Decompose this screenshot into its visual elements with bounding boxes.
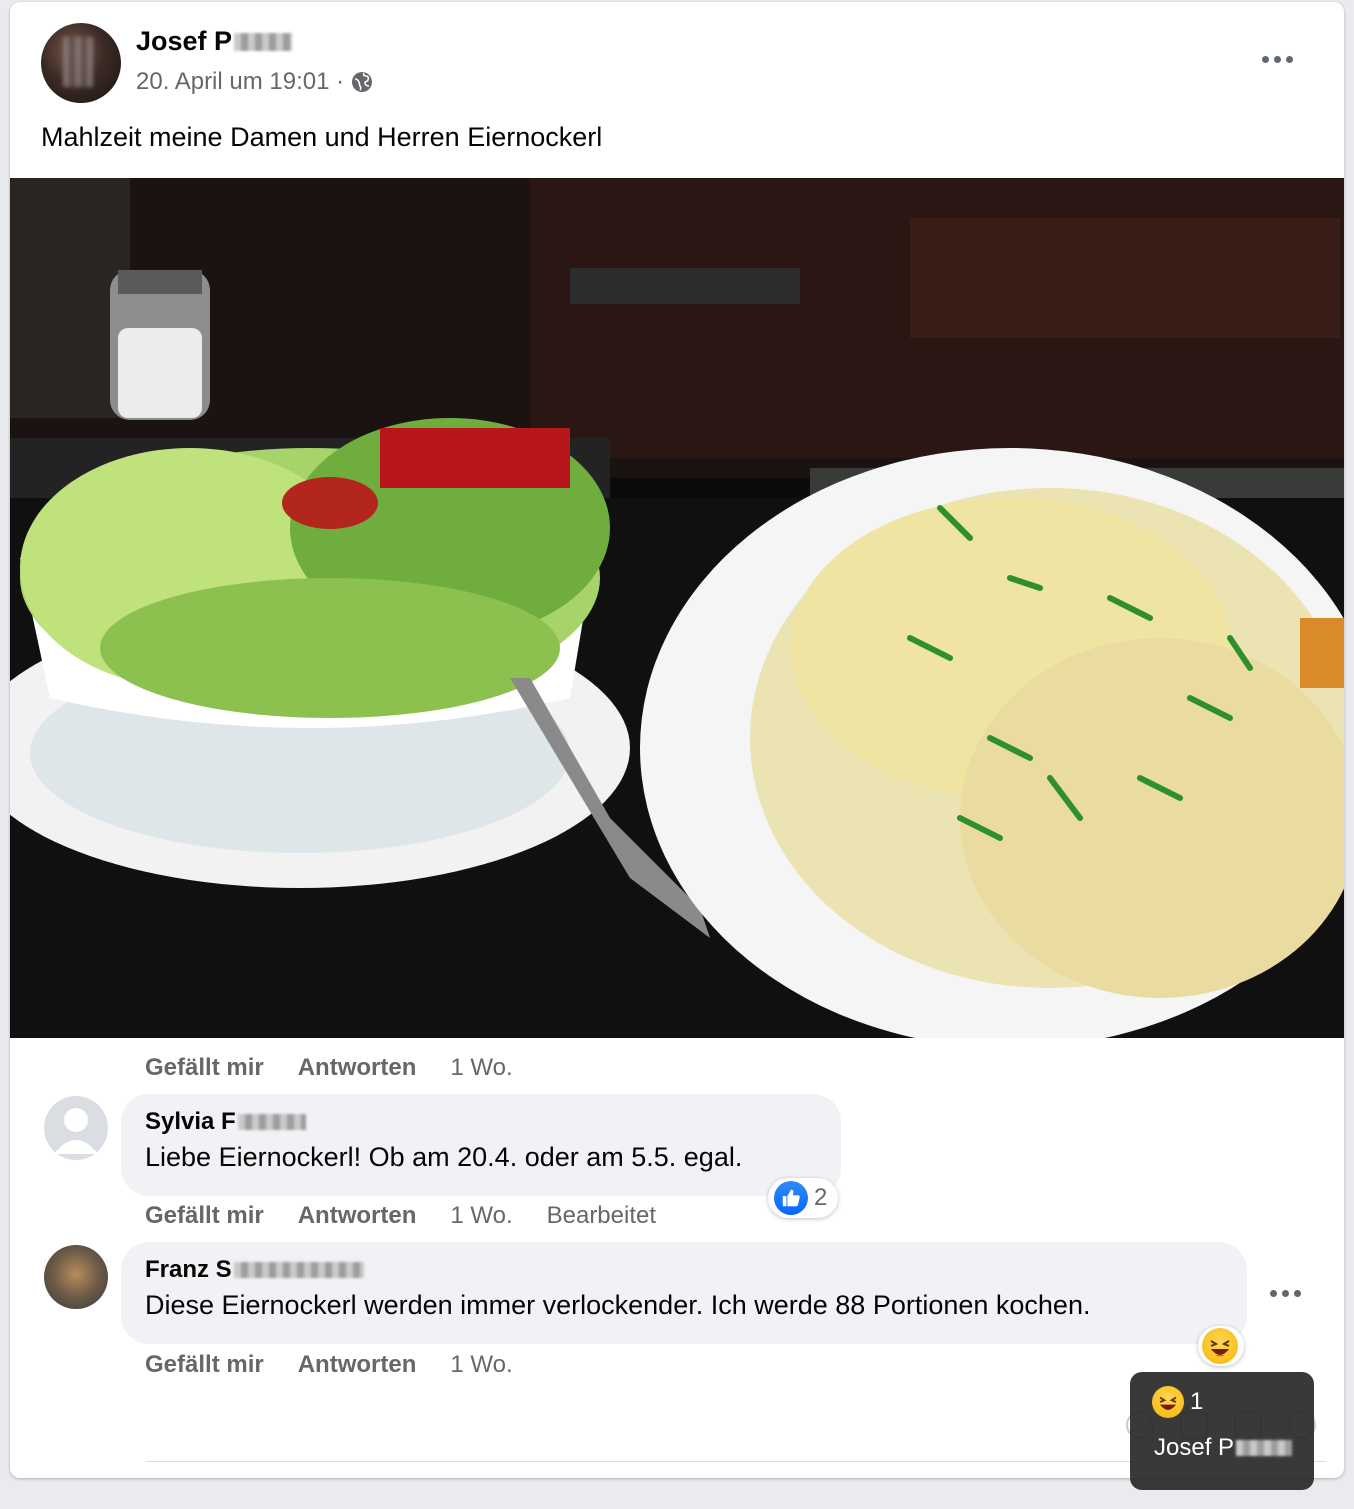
comment-time[interactable]: 1 Wo. — [450, 1054, 512, 1082]
comment-text: Diese Eiernockerl werden immer verlocken… — [145, 1290, 1091, 1320]
comment-bubble: Sylvia F Liebe Eiernockerl! Ob am 20.4. … — [121, 1094, 841, 1196]
comment-bubble: Franz S Diese Eiernockerl werden immer v… — [121, 1242, 1247, 1344]
comment-actions: Gefällt mir Antworten 1 Wo. — [145, 1351, 547, 1379]
reaction-tooltip: 1 Josef P — [1130, 1372, 1314, 1490]
tooltip-user: Josef P — [1154, 1434, 1293, 1462]
author-avatar[interactable] — [41, 23, 121, 103]
like-comment-button[interactable]: Gefällt mir — [145, 1351, 264, 1379]
comment-author[interactable]: Franz S — [145, 1256, 1223, 1284]
like-comment-button[interactable]: Gefällt mir — [145, 1202, 264, 1230]
post-text: Mahlzeit meine Damen und Herren Eiernock… — [41, 122, 603, 152]
comment-author[interactable]: Sylvia F — [145, 1108, 817, 1136]
reaction-count: 2 — [814, 1184, 828, 1211]
reply-comment-button[interactable]: Antworten — [298, 1202, 417, 1230]
like-comment-button[interactable]: Gefällt mir — [145, 1054, 264, 1082]
reply-comment-button[interactable]: Antworten — [298, 1351, 417, 1379]
post-meta: 20. April um 19:01 · — [136, 68, 374, 96]
comment-reaction-summary[interactable]: 2 — [768, 1178, 838, 1218]
post-timestamp[interactable]: 20. April um 19:01 · — [136, 68, 344, 96]
comment-text: Liebe Eiernockerl! Ob am 20.4. oder am 5… — [145, 1142, 743, 1172]
comment-time[interactable]: 1 Wo. — [450, 1351, 512, 1379]
post-card: Josef P 20. April um 19:01 · Mahlzeit me… — [10, 2, 1344, 1478]
laughing-emoji-icon — [1152, 1386, 1184, 1418]
commenter-avatar[interactable] — [44, 1245, 108, 1309]
reply-comment-button[interactable]: Antworten — [298, 1054, 417, 1082]
default-user-icon — [54, 1108, 98, 1154]
comment-actions: Gefällt mir Antworten 1 Wo. — [145, 1054, 547, 1082]
comment-time[interactable]: 1 Wo. — [450, 1202, 512, 1230]
comment-reaction-summary[interactable] — [1198, 1326, 1244, 1366]
post-author[interactable]: Josef P — [136, 26, 293, 57]
commenter-avatar[interactable] — [44, 1096, 108, 1160]
comment-actions: Gefällt mir Antworten 1 Wo. Bearbeitet — [145, 1202, 656, 1230]
globe-icon — [352, 72, 373, 92]
like-icon — [774, 1181, 808, 1215]
comment-more-icon[interactable] — [1262, 1278, 1308, 1308]
post-photo[interactable] — [10, 178, 1344, 1038]
tooltip-count: 1 — [1190, 1388, 1204, 1415]
edited-label[interactable]: Bearbeitet — [547, 1202, 656, 1230]
laughing-emoji-icon — [1202, 1328, 1238, 1364]
more-horizontal-icon[interactable] — [1254, 44, 1300, 74]
